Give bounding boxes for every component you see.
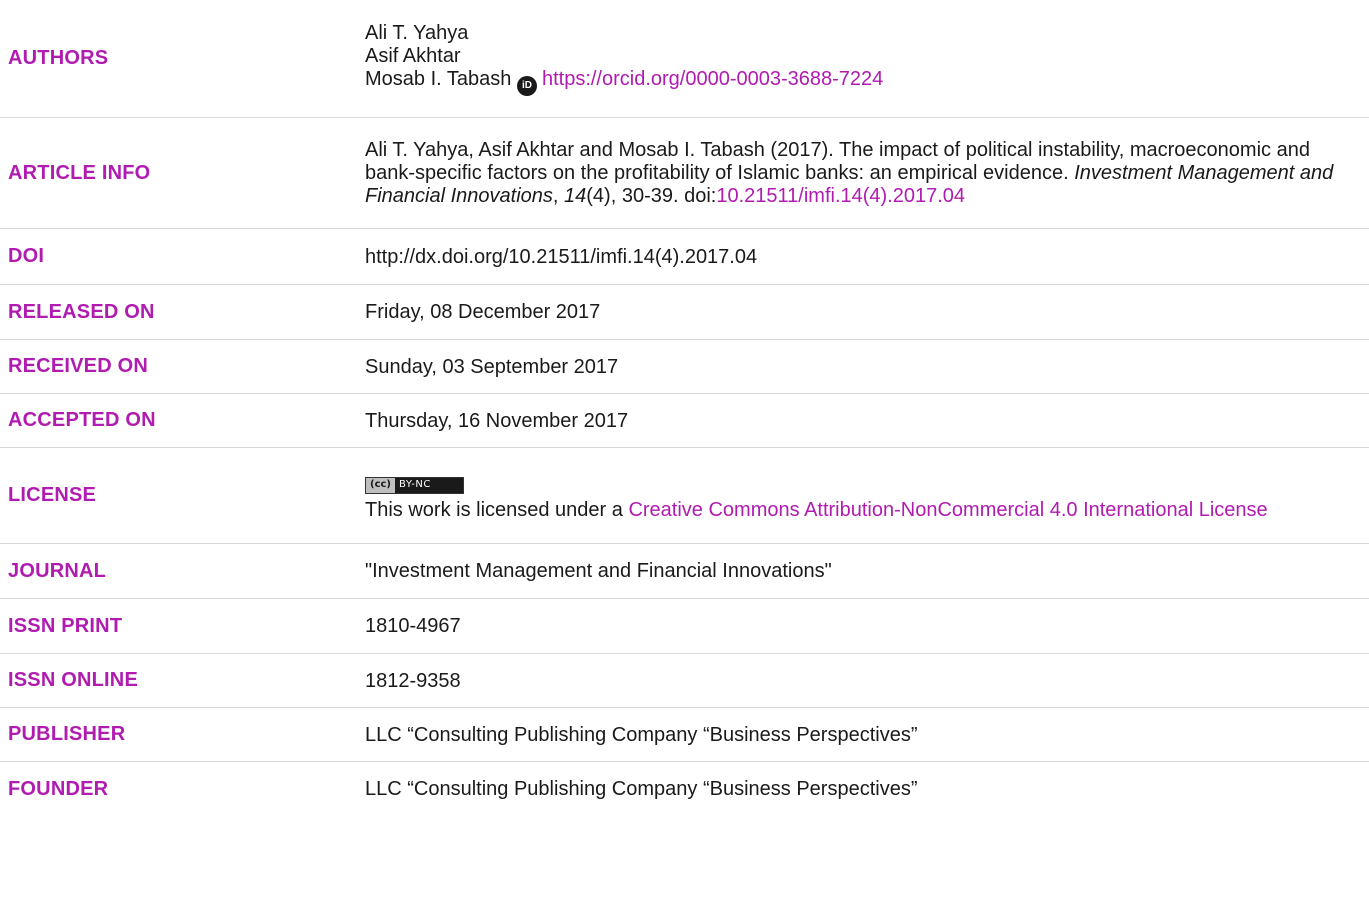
- label-publisher: PUBLISHER: [8, 723, 126, 745]
- citation-pages: (4), 30-39. doi:: [586, 184, 717, 207]
- released-on-value: Friday, 08 December 2017: [365, 301, 601, 323]
- accepted-on-value: Thursday, 16 November 2017: [365, 409, 629, 432]
- label-accepted-on: ACCEPTED ON: [8, 409, 156, 431]
- orcid-link[interactable]: https://orcid.org/0000-0003-3688-7224: [542, 68, 883, 90]
- label-article-info: ARTICLE INFO: [8, 161, 151, 184]
- article-citation: Ali T. Yahya, Asif Akhtar and Mosab I. T…: [365, 139, 1369, 208]
- row-doi: DOI http://dx.doi.org/10.21511/imfi.14(4…: [0, 229, 1369, 285]
- row-founder: FOUNDER LLC “Consulting Publishing Compa…: [0, 762, 1369, 816]
- label-founder: FOUNDER: [8, 777, 109, 800]
- row-article-info: ARTICLE INFO Ali T. Yahya, Asif Akhtar a…: [0, 118, 1369, 229]
- authors-list: Ali T. Yahya Asif Akhtar Mosab I. Tabash…: [365, 22, 1369, 96]
- license-text: This work is licensed under a: [365, 498, 629, 521]
- author-with-orcid: Mosab I. Tabash iD https://orcid.org/0000…: [365, 68, 1363, 96]
- row-released-on: RELEASED ON Friday, 08 December 2017: [0, 285, 1369, 340]
- row-received-on: RECEIVED ON Sunday, 03 September 2017: [0, 340, 1369, 394]
- citation-separator: ,: [552, 184, 565, 207]
- creative-commons-icon: (cc): [366, 477, 395, 493]
- row-journal: JOURNAL "Investment Management and Finan…: [0, 544, 1369, 599]
- label-license: LICENSE: [8, 484, 97, 506]
- citation-volume: 14: [564, 184, 587, 207]
- orcid-icon[interactable]: iD: [516, 75, 537, 96]
- row-license: LICENSE (cc) BY-NC This work is licensed …: [0, 448, 1369, 544]
- label-issn-online: ISSN ONLINE: [8, 669, 138, 691]
- label-issn-print: ISSN PRINT: [8, 614, 123, 637]
- label-doi: DOI: [8, 245, 45, 267]
- publisher-value: LLC “Consulting Publishing Company “Busi…: [365, 723, 918, 746]
- row-issn-online: ISSN ONLINE 1812-9358: [0, 654, 1369, 708]
- row-publisher: PUBLISHER LLC “Consulting Publishing Com…: [0, 708, 1369, 762]
- row-accepted-on: ACCEPTED ON Thursday, 16 November 2017: [0, 394, 1369, 448]
- license-value: (cc) BY-NC This work is licensed under a …: [365, 469, 1369, 522]
- label-released-on: RELEASED ON: [8, 300, 155, 323]
- license-link[interactable]: Creative Commons Attribution-NonCommerci…: [628, 499, 1267, 521]
- citation-doi-link[interactable]: 10.21511/imfi.14(4).2017.04: [716, 185, 965, 207]
- row-authors: AUTHORS Ali T. Yahya Asif Akhtar Mosab I…: [0, 0, 1369, 118]
- issn-print-value: 1810-4967: [365, 615, 461, 637]
- issn-online-value: 1812-9358: [365, 669, 461, 692]
- license-statement: This work is licensed under a Creative C…: [365, 498, 1363, 522]
- doi-value: http://dx.doi.org/10.21511/imfi.14(4).20…: [365, 245, 758, 268]
- cc-license-badge[interactable]: (cc) BY-NC: [365, 476, 464, 494]
- article-metadata-table: AUTHORS Ali T. Yahya Asif Akhtar Mosab I…: [0, 0, 1369, 816]
- journal-value: "Investment Management and Financial Inn…: [365, 560, 832, 582]
- received-on-value: Sunday, 03 September 2017: [365, 355, 619, 378]
- author-name: Mosab I. Tabash: [365, 67, 512, 90]
- founder-value: LLC “Consulting Publishing Company “Busi…: [365, 778, 918, 800]
- label-journal: JOURNAL: [8, 559, 107, 582]
- author-name: Asif Akhtar: [365, 44, 461, 67]
- cc-badge-text: BY-NC: [399, 479, 431, 491]
- row-issn-print: ISSN PRINT 1810-4967: [0, 599, 1369, 654]
- label-received-on: RECEIVED ON: [8, 355, 149, 377]
- label-authors: AUTHORS: [8, 47, 109, 69]
- author-name: Ali T. Yahya: [365, 21, 469, 44]
